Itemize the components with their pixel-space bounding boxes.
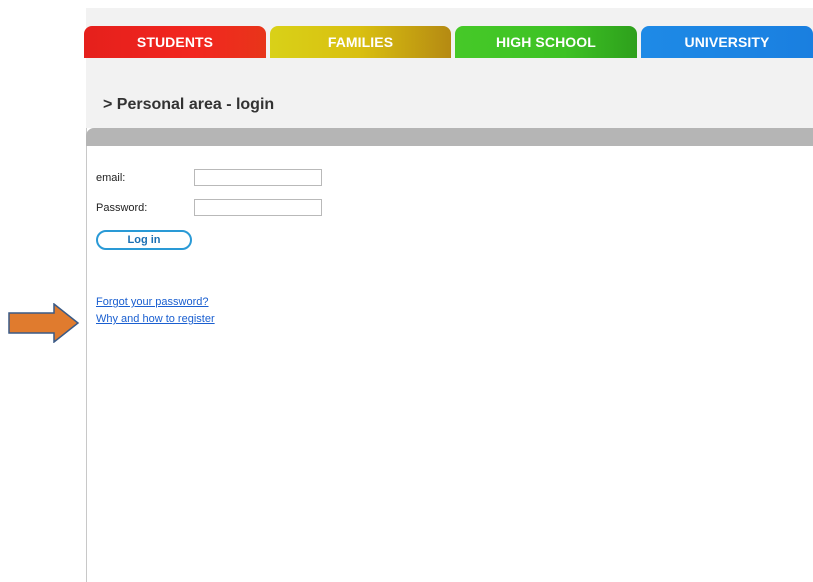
email-label: email: [96,172,126,184]
login-button-label: Log in [127,234,161,246]
tab-families-label: FAMILIES [327,34,394,50]
tab-university[interactable]: UNIVERSITY [641,26,813,58]
tab-families[interactable]: FAMILIES [270,26,451,58]
password-field[interactable] [194,199,322,216]
page-title: > Personal area - login [103,96,275,113]
section-header-bar [86,128,813,146]
tab-high-school-label: HIGH SCHOOL [496,34,596,50]
content-left-border [86,128,87,582]
arrow-right-icon [8,303,80,343]
tab-students[interactable]: STUDENTS [84,26,266,58]
tab-students-label: STUDENTS [136,34,214,50]
register-info-link[interactable]: Why and how to register [96,313,215,325]
password-label: Password: [96,202,148,214]
email-field[interactable] [194,169,322,186]
login-button[interactable]: Log in [96,230,192,250]
forgot-password-link[interactable]: Forgot your password? [96,296,209,308]
tab-high-school[interactable]: HIGH SCHOOL [455,26,637,58]
tab-university-label: UNIVERSITY [684,34,770,50]
